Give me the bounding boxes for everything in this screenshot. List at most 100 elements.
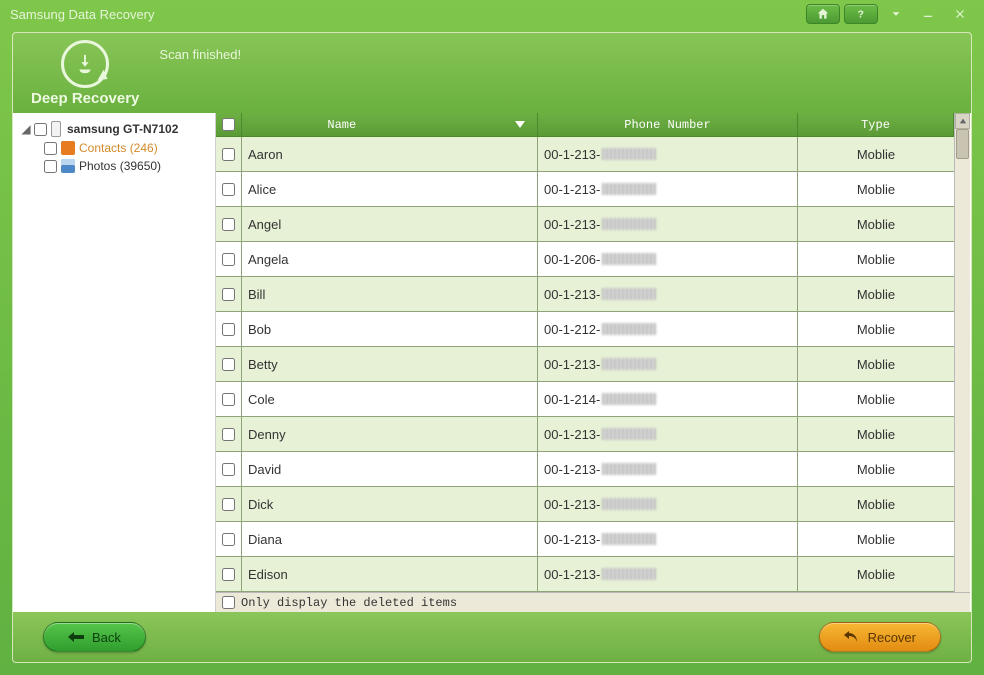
undo-icon — [844, 631, 860, 643]
row-checkbox[interactable] — [222, 288, 235, 301]
header-checkbox-cell[interactable] — [216, 113, 242, 136]
row-checkbox[interactable] — [222, 568, 235, 581]
header-type[interactable]: Type — [798, 113, 954, 136]
row-checkbox[interactable] — [222, 148, 235, 161]
redacted-icon — [602, 288, 656, 300]
row-checkbox[interactable] — [222, 533, 235, 546]
contacts-checkbox[interactable] — [44, 142, 57, 155]
contacts-label[interactable]: Contacts (246) — [79, 141, 158, 155]
header-phone[interactable]: Phone Number — [538, 113, 798, 136]
redacted-icon — [602, 148, 656, 160]
redacted-icon — [602, 568, 656, 580]
row-checkbox[interactable] — [222, 393, 235, 406]
row-checkbox[interactable] — [222, 253, 235, 266]
photos-checkbox[interactable] — [44, 160, 57, 173]
collapse-icon[interactable]: ◢ — [20, 122, 32, 136]
row-checkbox[interactable] — [222, 358, 235, 371]
header-name-label: Name — [327, 118, 356, 132]
header-name[interactable]: Name — [242, 113, 538, 136]
tree-photos-node[interactable]: Photos (39650) — [18, 157, 211, 175]
cell-type: Moblie — [798, 172, 954, 206]
back-button[interactable]: Back — [43, 622, 146, 652]
table-row[interactable]: Bill00-1-213-Moblie — [216, 277, 954, 312]
cell-phone: 00-1-213- — [538, 347, 798, 381]
cell-name: Bill — [242, 277, 538, 311]
menu-dropdown-button[interactable] — [882, 4, 910, 24]
deep-recovery-label: Deep Recovery — [31, 90, 139, 107]
close-button[interactable] — [946, 4, 974, 24]
row-checkbox-cell[interactable] — [216, 522, 242, 556]
row-checkbox-cell[interactable] — [216, 417, 242, 451]
cell-phone: 00-1-213- — [538, 417, 798, 451]
table-row[interactable]: Angel00-1-213-Moblie — [216, 207, 954, 242]
cell-type: Moblie — [798, 277, 954, 311]
window-title: Samsung Data Recovery — [10, 7, 155, 22]
table-row[interactable]: Aaron00-1-213-Moblie — [216, 137, 954, 172]
row-checkbox[interactable] — [222, 498, 235, 511]
cell-type: Moblie — [798, 487, 954, 521]
row-checkbox-cell[interactable] — [216, 347, 242, 381]
row-checkbox-cell[interactable] — [216, 312, 242, 346]
device-checkbox[interactable] — [34, 123, 47, 136]
row-checkbox-cell[interactable] — [216, 277, 242, 311]
row-checkbox-cell[interactable] — [216, 487, 242, 521]
table-row[interactable]: Diana00-1-213-Moblie — [216, 522, 954, 557]
row-checkbox[interactable] — [222, 183, 235, 196]
minimize-icon — [921, 7, 935, 21]
row-checkbox[interactable] — [222, 463, 235, 476]
table-row[interactable]: Alice00-1-213-Moblie — [216, 172, 954, 207]
scan-status: Scan finished! — [159, 47, 241, 62]
table-row[interactable]: Dick00-1-213-Moblie — [216, 487, 954, 522]
filter-bar: Only display the deleted items — [216, 592, 970, 612]
row-checkbox-cell[interactable] — [216, 242, 242, 276]
row-checkbox-cell[interactable] — [216, 452, 242, 486]
row-checkbox-cell[interactable] — [216, 382, 242, 416]
home-button[interactable] — [806, 4, 840, 24]
scroll-up-button[interactable] — [955, 113, 970, 129]
tree-device-node[interactable]: ◢ samsung GT-N7102 — [18, 119, 211, 139]
help-button[interactable]: ? — [844, 4, 878, 24]
row-checkbox[interactable] — [222, 323, 235, 336]
redacted-icon — [602, 218, 656, 230]
row-checkbox[interactable] — [222, 428, 235, 441]
select-all-checkbox[interactable] — [222, 118, 235, 131]
contacts-icon — [61, 141, 75, 155]
row-checkbox[interactable] — [222, 218, 235, 231]
cell-name: Edison — [242, 557, 538, 591]
redacted-icon — [602, 253, 656, 265]
svg-text:?: ? — [858, 9, 864, 21]
cell-type: Moblie — [798, 347, 954, 381]
row-checkbox-cell[interactable] — [216, 137, 242, 171]
redacted-icon — [602, 498, 656, 510]
main-frame: Deep Recovery Scan finished! ◢ samsung G… — [12, 32, 972, 663]
titlebar: Samsung Data Recovery ? — [0, 0, 984, 28]
row-checkbox-cell[interactable] — [216, 557, 242, 591]
cell-name: Dick — [242, 487, 538, 521]
cell-type: Moblie — [798, 522, 954, 556]
table-row[interactable]: David00-1-213-Moblie — [216, 452, 954, 487]
table-row[interactable]: Denny00-1-213-Moblie — [216, 417, 954, 452]
only-deleted-checkbox[interactable] — [222, 596, 235, 609]
vertical-scrollbar[interactable] — [954, 113, 970, 612]
cell-type: Moblie — [798, 207, 954, 241]
cell-name: Diana — [242, 522, 538, 556]
cell-type: Moblie — [798, 312, 954, 346]
recover-button[interactable]: Recover — [819, 622, 941, 652]
table-row[interactable]: Cole00-1-214-Moblie — [216, 382, 954, 417]
shovel-circle-icon — [61, 40, 109, 88]
table-row[interactable]: Edison00-1-213-Moblie — [216, 557, 954, 592]
scroll-thumb[interactable] — [956, 129, 969, 159]
table-row[interactable]: Angela00-1-206-Moblie — [216, 242, 954, 277]
cell-name: Aaron — [242, 137, 538, 171]
recover-label: Recover — [868, 630, 916, 645]
row-checkbox-cell[interactable] — [216, 207, 242, 241]
cell-phone: 00-1-213- — [538, 487, 798, 521]
header-phone-label: Phone Number — [624, 118, 710, 132]
scroll-track[interactable] — [955, 129, 970, 596]
cell-type: Moblie — [798, 242, 954, 276]
tree-contacts-node[interactable]: Contacts (246) — [18, 139, 211, 157]
minimize-button[interactable] — [914, 4, 942, 24]
table-row[interactable]: Bob00-1-212-Moblie — [216, 312, 954, 347]
row-checkbox-cell[interactable] — [216, 172, 242, 206]
table-row[interactable]: Betty00-1-213-Moblie — [216, 347, 954, 382]
